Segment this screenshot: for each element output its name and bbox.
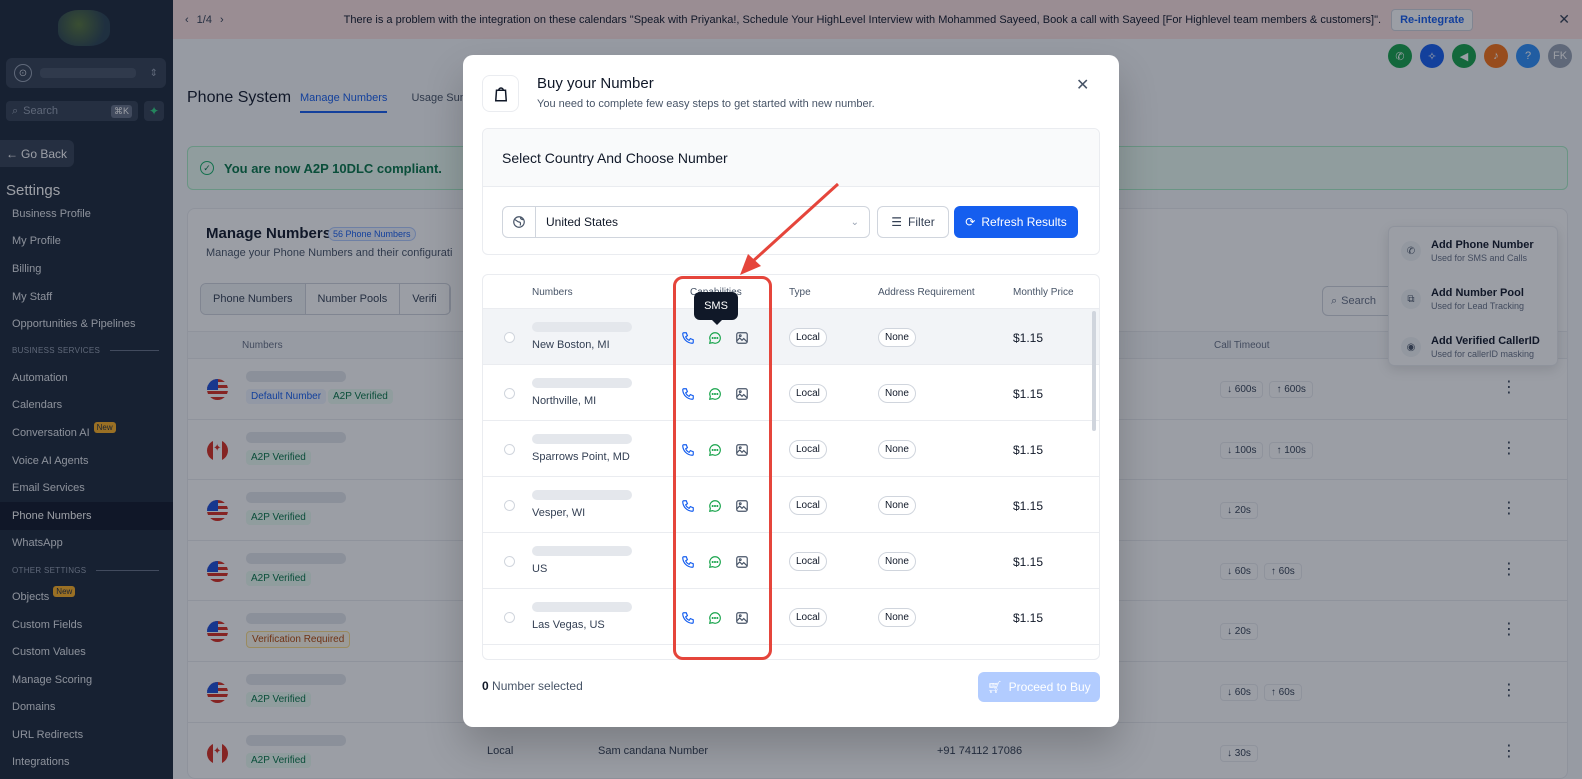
modal-subtitle: You need to complete few easy steps to g…: [537, 98, 875, 110]
number-row[interactable]: Vesper, WI Local None $1.15: [483, 477, 1099, 533]
monthly-price: $1.15: [1013, 611, 1044, 625]
address-requirement-badge: None: [878, 384, 916, 403]
monthly-price: $1.15: [1013, 387, 1044, 401]
country-value: United States: [546, 215, 619, 229]
available-numbers-table: Numbers Capabilities Type Address Requir…: [482, 274, 1100, 660]
type-badge: Local: [789, 440, 827, 459]
type-badge: Local: [789, 384, 827, 403]
address-requirement-badge: None: [878, 440, 916, 459]
phone-number-redacted: [532, 546, 632, 556]
number-row[interactable]: US Local None $1.15: [483, 533, 1099, 589]
globe-icon: [503, 207, 536, 237]
proceed-to-buy-button[interactable]: 🛒︎ Proceed to Buy: [978, 672, 1100, 702]
select-country-section: Select Country And Choose Number United …: [482, 128, 1100, 255]
select-radio[interactable]: [504, 332, 515, 343]
monthly-price: $1.15: [1013, 443, 1044, 457]
select-radio[interactable]: [504, 388, 515, 399]
refresh-icon: ⟳: [965, 215, 976, 229]
type-badge: Local: [789, 552, 827, 571]
chevron-down-icon: ⌄: [850, 216, 859, 228]
select-radio[interactable]: [504, 444, 515, 455]
capabilities-highlight: [673, 276, 772, 660]
number-location: Northville, MI: [532, 395, 597, 407]
type-badge: Local: [789, 608, 827, 627]
selection-count: 0 Number selected: [482, 679, 583, 693]
address-requirement-badge: None: [878, 496, 916, 515]
phone-number-redacted: [532, 378, 632, 388]
number-location: Sparrows Point, MD: [532, 451, 630, 463]
filter-icon: ☰: [891, 215, 903, 229]
table-scrollbar[interactable]: [1092, 311, 1096, 431]
number-row[interactable]: Northville, MI Local None $1.15: [483, 365, 1099, 421]
phone-number-redacted: [532, 602, 632, 612]
filter-button[interactable]: ☰ Filter: [877, 206, 949, 238]
country-select[interactable]: United States ⌄: [502, 206, 870, 238]
shopping-bag-icon: [482, 75, 519, 112]
phone-number-redacted: [532, 322, 632, 332]
number-row[interactable]: Las Vegas, US Local None $1.15: [483, 589, 1099, 645]
number-location: Vesper, WI: [532, 507, 586, 519]
monthly-price: $1.15: [1013, 555, 1044, 569]
section-title: Select Country And Choose Number: [483, 129, 1099, 187]
address-requirement-badge: None: [878, 608, 916, 627]
type-badge: Local: [789, 328, 827, 347]
monthly-price: $1.15: [1013, 499, 1044, 513]
modal-title: Buy your Number: [537, 75, 654, 92]
table-header: Numbers Capabilities Type Address Requir…: [483, 275, 1099, 309]
number-location: New Boston, MI: [532, 339, 610, 351]
cart-icon: 🛒︎: [987, 680, 1003, 694]
phone-number-redacted: [532, 490, 632, 500]
close-icon[interactable]: ✕: [1076, 75, 1089, 95]
select-radio[interactable]: [504, 500, 515, 511]
number-location: Las Vegas, US: [532, 619, 605, 631]
buy-number-modal: Buy your Number You need to complete few…: [463, 55, 1119, 727]
number-location: US: [532, 563, 548, 575]
phone-number-redacted: [532, 434, 632, 444]
address-requirement-badge: None: [878, 328, 916, 347]
number-row[interactable]: Sparrows Point, MD Local None $1.15: [483, 421, 1099, 477]
select-radio[interactable]: [504, 612, 515, 623]
address-requirement-badge: None: [878, 552, 916, 571]
type-badge: Local: [789, 496, 827, 515]
monthly-price: $1.15: [1013, 331, 1044, 345]
number-row[interactable]: New Boston, MI Local None $1.15: [483, 309, 1099, 365]
refresh-results-button[interactable]: ⟳ Refresh Results: [954, 206, 1078, 238]
select-radio[interactable]: [504, 556, 515, 567]
